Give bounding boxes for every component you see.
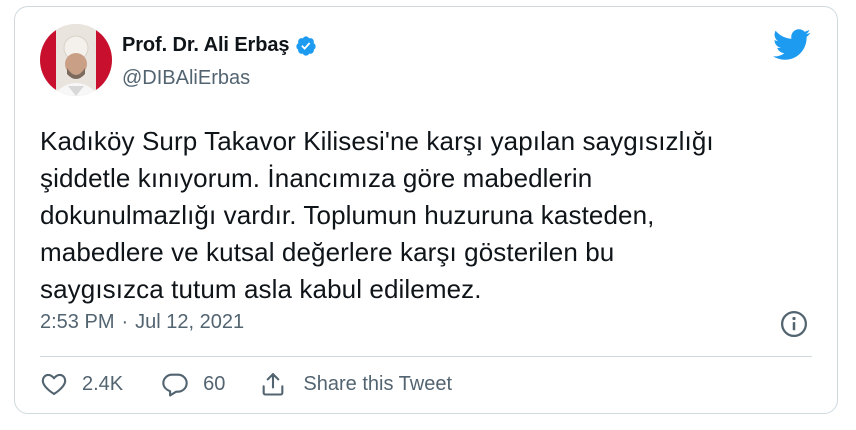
share-button[interactable]: Share this Tweet	[259, 370, 452, 398]
tweet-card: Prof. Dr. Ali Erbaş @DIBAliErbas Kadıköy…	[14, 6, 838, 414]
reply-button[interactable]: 60	[161, 370, 225, 398]
action-bar: 2.4K 60 Share this Tweet	[40, 370, 452, 398]
share-icon	[263, 373, 284, 396]
verified-badge-icon	[296, 35, 317, 56]
share-label: Share this Tweet	[303, 372, 453, 395]
info-icon[interactable]	[779, 309, 809, 339]
like-button[interactable]: 2.4K	[40, 370, 123, 398]
avatar[interactable]	[40, 24, 112, 96]
twitter-bird-icon[interactable]	[773, 29, 811, 61]
author-handle[interactable]: @DIBAliErbas	[122, 67, 250, 90]
reply-bubble-icon	[162, 373, 188, 397]
meta-separator: ·	[121, 311, 129, 333]
tweet-timestamp: 2:53 PM · Jul 12, 2021	[40, 311, 244, 334]
like-count: 2.4K	[82, 372, 124, 395]
tweet-time[interactable]: 2:53 PM	[40, 311, 114, 334]
display-name[interactable]: Prof. Dr. Ali Erbaş	[122, 34, 290, 57]
tweet-text: Kadıköy Surp Takavor Kilisesi'ne karşı y…	[40, 126, 714, 304]
reply-count: 60	[203, 372, 226, 395]
divider	[40, 356, 812, 357]
heart-icon	[41, 373, 67, 395]
tweet-date[interactable]: Jul 12, 2021	[135, 311, 244, 334]
